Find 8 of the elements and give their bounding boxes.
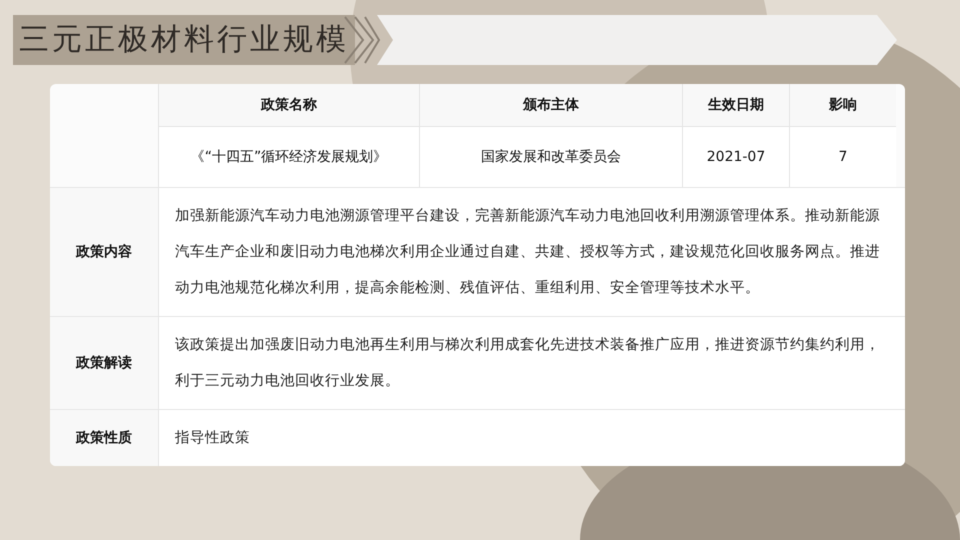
- slide-title: 三元正极材料行业规模: [13, 15, 355, 65]
- row-text: 指导性政策: [158, 410, 905, 466]
- table-cell: 7: [789, 126, 896, 187]
- table-cell: 《“十四五”循环经济发展规划》: [158, 126, 419, 187]
- table-cell: 国家发展和改革委员会: [419, 126, 682, 187]
- row-text: 该政策提出加强废旧动力电池再生利用与梯次利用成套化先进技术装备推广应用，推进资源节约集约利用，利于三元动力电池回收行业发展。: [158, 317, 905, 409]
- table-cell: 2021-07: [682, 126, 789, 187]
- row-text: 加强新能源汽车动力电池溯源管理平台建设，完善新能源汽车动力电池回收利用溯源管理体系。推动新能源汽车生产企业和废旧动力电池梯次利用企业通过自建、共建、授权等方式，建设规范化回收服务网点。推进动力电池规范化梯次利用，提高余能检测、残值评估、重组利用、安全管理等技术水平。: [158, 188, 905, 316]
